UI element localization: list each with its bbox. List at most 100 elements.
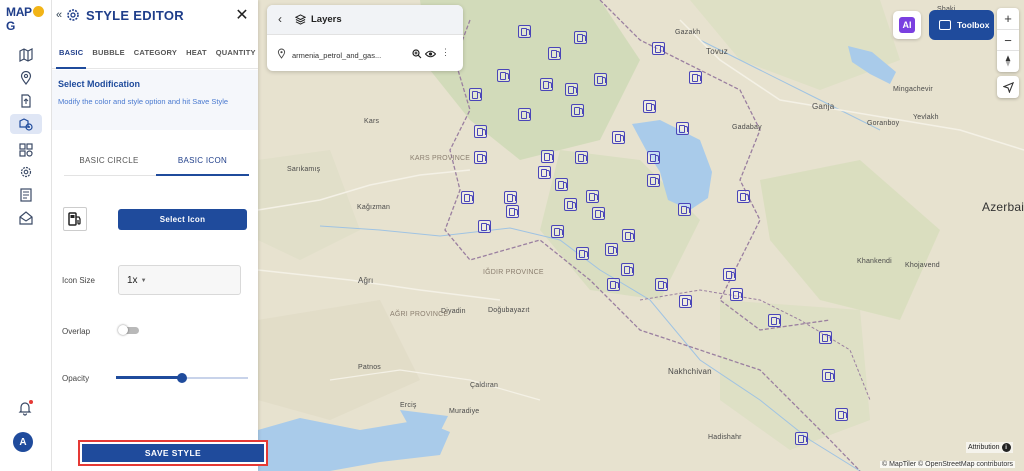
mapog-logo[interactable]: MAPG bbox=[6, 5, 51, 33]
fuel-station-icon bbox=[63, 207, 87, 231]
map-region-kars: KARS PROVINCE bbox=[410, 155, 471, 162]
tab-quantity[interactable]: QUANTITY bbox=[213, 43, 259, 69]
fuel-station-icon[interactable] bbox=[551, 225, 564, 238]
fuel-station-icon[interactable] bbox=[768, 314, 781, 327]
fuel-station-icon[interactable] bbox=[586, 190, 599, 203]
zoom-out-button[interactable]: − bbox=[997, 29, 1019, 50]
location-pin-icon[interactable] bbox=[16, 68, 36, 88]
report-icon[interactable] bbox=[16, 185, 36, 205]
zoom-to-layer-icon[interactable] bbox=[412, 49, 422, 59]
ai-assistant-button[interactable]: AI bbox=[893, 11, 921, 39]
fuel-station-icon[interactable] bbox=[676, 122, 689, 135]
zoom-in-button[interactable]: + bbox=[997, 8, 1019, 29]
fuel-station-icon[interactable] bbox=[575, 151, 588, 164]
fuel-station-icon[interactable] bbox=[737, 190, 750, 203]
fuel-station-icon[interactable] bbox=[474, 151, 487, 164]
map-label-yevlakh: Yevlakh bbox=[913, 114, 939, 121]
style-tabs: BASIC BUBBLE CATEGORY HEAT QUANTITY bbox=[52, 43, 258, 69]
style-editor-header: STYLE EDITOR ✕ bbox=[52, 0, 258, 32]
map-label-agri: Ağrı bbox=[358, 276, 374, 285]
fuel-station-icon[interactable] bbox=[795, 432, 808, 445]
fuel-station-icon[interactable] bbox=[835, 408, 848, 421]
share-icon[interactable] bbox=[16, 208, 36, 228]
fuel-station-icon[interactable] bbox=[730, 288, 743, 301]
toolbox-button[interactable]: Toolbox bbox=[929, 10, 994, 40]
fuel-station-icon[interactable] bbox=[621, 263, 634, 276]
fuel-station-icon[interactable] bbox=[723, 268, 736, 281]
slider-thumb[interactable] bbox=[177, 373, 187, 383]
fuel-station-icon[interactable] bbox=[504, 191, 517, 204]
fuel-station-icon[interactable] bbox=[605, 243, 618, 256]
compass-icon[interactable] bbox=[997, 50, 1019, 71]
layer-row[interactable]: armenia_petrol_and_gas... ⋮ bbox=[267, 41, 463, 67]
fuel-station-icon[interactable] bbox=[822, 369, 835, 382]
tab-basic[interactable]: BASIC bbox=[56, 43, 87, 69]
fuel-station-icon[interactable] bbox=[647, 151, 660, 164]
settings-cog-icon[interactable] bbox=[16, 162, 36, 182]
locate-me-button[interactable] bbox=[997, 76, 1019, 98]
opacity-slider[interactable] bbox=[116, 373, 248, 383]
fuel-station-icon[interactable] bbox=[461, 191, 474, 204]
fuel-station-icon[interactable] bbox=[469, 88, 482, 101]
close-icon[interactable]: ✕ bbox=[234, 5, 250, 24]
fuel-station-icon[interactable] bbox=[652, 42, 665, 55]
fuel-station-icon[interactable] bbox=[655, 278, 668, 291]
overlap-toggle[interactable] bbox=[118, 325, 140, 335]
more-vert-icon[interactable]: ⋮ bbox=[441, 47, 450, 58]
fuel-station-icon[interactable] bbox=[574, 31, 587, 44]
map-label-khankendi: Khankendi bbox=[857, 258, 892, 265]
fuel-station-icon[interactable] bbox=[594, 73, 607, 86]
fuel-station-icon[interactable] bbox=[548, 47, 561, 60]
fuel-station-icon[interactable] bbox=[576, 247, 589, 260]
fuel-station-icon[interactable] bbox=[555, 178, 568, 191]
tab-basic-circle[interactable]: BASIC CIRCLE bbox=[64, 148, 154, 176]
toolbox-icon bbox=[939, 20, 951, 30]
chevron-left-icon[interactable]: ‹ bbox=[278, 12, 282, 26]
fuel-station-icon[interactable] bbox=[819, 331, 832, 344]
fuel-station-icon[interactable] bbox=[564, 198, 577, 211]
map-label-sarikamis: Sarıkamış bbox=[287, 166, 321, 173]
fuel-station-icon[interactable] bbox=[538, 166, 551, 179]
notification-bell-icon[interactable] bbox=[17, 400, 33, 416]
fuel-station-icon[interactable] bbox=[622, 229, 635, 242]
fuel-station-icon[interactable] bbox=[518, 108, 531, 121]
widgets-icon[interactable] bbox=[16, 140, 36, 160]
save-style-button[interactable]: SAVE STYLE bbox=[78, 440, 268, 466]
fuel-station-icon[interactable] bbox=[565, 83, 578, 96]
map-label-kars: Kars bbox=[364, 118, 380, 125]
fuel-station-icon[interactable] bbox=[592, 207, 605, 220]
map-icon[interactable] bbox=[16, 45, 36, 65]
tab-bubble[interactable]: BUBBLE bbox=[89, 43, 127, 69]
map-label-nakhchivan: Nakhchivan bbox=[668, 367, 712, 376]
fuel-station-icon[interactable] bbox=[497, 69, 510, 82]
tab-heat[interactable]: HEAT bbox=[183, 43, 210, 69]
tab-basic-icon[interactable]: BASIC ICON bbox=[156, 148, 249, 176]
fuel-station-icon[interactable] bbox=[612, 131, 625, 144]
fuel-station-icon[interactable] bbox=[689, 71, 702, 84]
map-label-khojavend: Khojavend bbox=[905, 262, 940, 269]
fuel-station-icon[interactable] bbox=[506, 205, 519, 218]
fuel-station-icon[interactable] bbox=[518, 25, 531, 38]
map-copyright: © MapTiler © OpenStreetMap contributors bbox=[880, 461, 1016, 468]
select-icon-button[interactable]: Select Icon bbox=[118, 209, 247, 230]
collapse-panel-button[interactable]: « bbox=[52, 6, 66, 24]
fuel-station-icon[interactable] bbox=[643, 100, 656, 113]
fuel-station-icon[interactable] bbox=[679, 295, 692, 308]
fuel-station-icon[interactable] bbox=[678, 203, 691, 216]
fuel-station-icon[interactable] bbox=[647, 174, 660, 187]
fuel-station-icon[interactable] bbox=[478, 220, 491, 233]
icon-size-select[interactable]: 1x ▼ bbox=[118, 265, 241, 295]
fuel-station-icon[interactable] bbox=[607, 278, 620, 291]
panel-title: STYLE EDITOR bbox=[86, 8, 184, 23]
map-zoom-controls: + − bbox=[997, 8, 1019, 72]
upload-file-icon[interactable] bbox=[16, 91, 36, 111]
tab-category[interactable]: CATEGORY bbox=[131, 43, 180, 69]
fuel-station-icon[interactable] bbox=[540, 78, 553, 91]
attribution-button[interactable]: Attribution i bbox=[966, 442, 1013, 453]
data-analysis-icon[interactable] bbox=[10, 114, 42, 134]
eye-icon[interactable] bbox=[425, 49, 436, 59]
fuel-station-icon[interactable] bbox=[541, 150, 554, 163]
avatar[interactable]: A bbox=[13, 432, 33, 452]
fuel-station-icon[interactable] bbox=[474, 125, 487, 138]
fuel-station-icon[interactable] bbox=[571, 104, 584, 117]
